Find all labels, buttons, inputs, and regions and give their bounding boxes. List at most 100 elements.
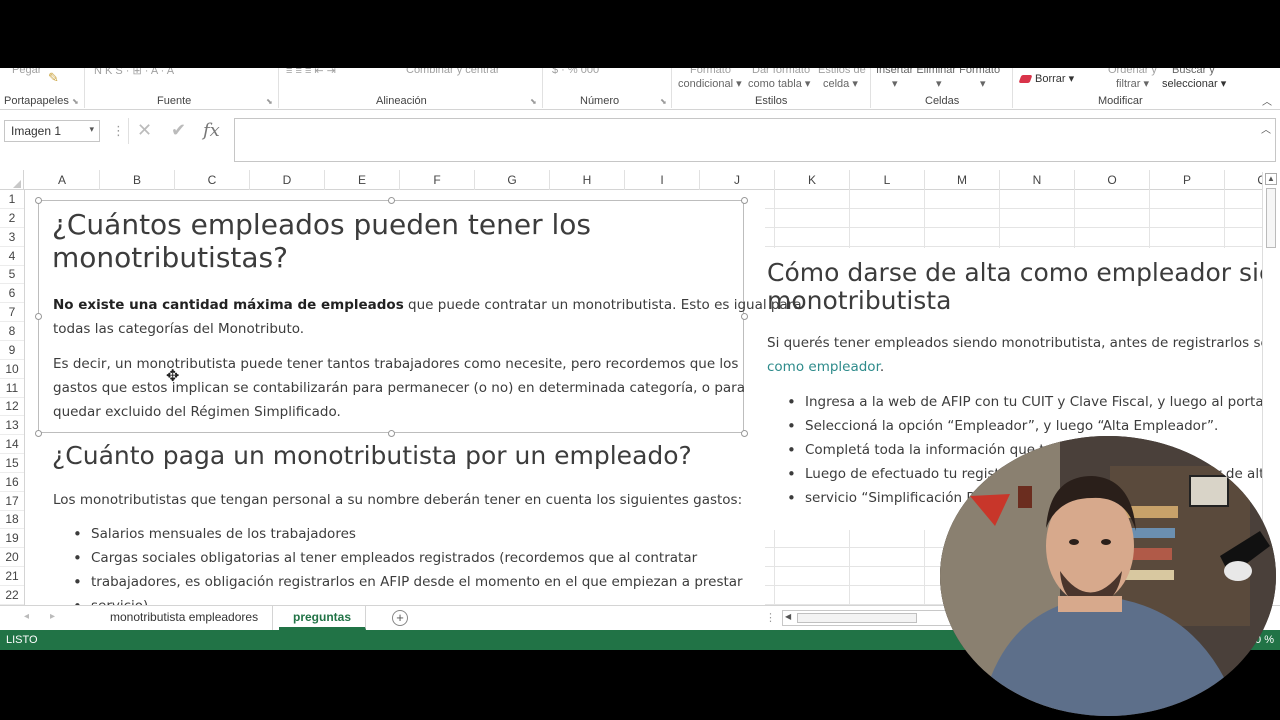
scroll-up-icon[interactable]: ▲ [1265,173,1277,185]
resize-handle[interactable] [35,430,42,437]
row-header-2[interactable]: 2 [0,209,24,228]
column-header-l[interactable]: L [850,170,925,190]
row-header-12[interactable]: 12 [0,397,24,417]
article2-paragraph: Si querés tener empleados siendo monotri… [767,335,1262,351]
prev-sheet-icon[interactable]: ◂ [24,611,29,622]
row-header-20[interactable]: 20 [0,548,24,568]
align-tools[interactable]: ≡ ≡ ≡ ⇤ ⇥ [286,68,336,77]
article-bullet-list: Salarios mensuales de los trabajadores C… [71,522,743,605]
paste-button[interactable]: Pegar [12,68,41,76]
number-format-tools[interactable]: $ · % 000 [552,68,599,76]
column-header-f[interactable]: F [400,170,475,190]
column-header-a[interactable]: A [25,170,100,190]
format-painter-icon[interactable]: ✎ [48,70,59,86]
paragraph-text: que puede contratar un monotributista. E… [403,297,802,313]
column-header-i[interactable]: I [625,170,700,190]
font-tools[interactable]: N K S · ⊞ · A · A [94,68,174,77]
row-header-8[interactable]: 8 [0,322,24,341]
row-header-15[interactable]: 15 [0,454,24,473]
cell-styles-button[interactable]: Estilos de [818,68,866,76]
enter-icon[interactable]: ✔ [171,120,186,141]
tab-preguntas[interactable]: preguntas [279,606,367,630]
dialog-launcher-icon[interactable]: ⬊ [530,97,537,106]
scroll-thumb[interactable] [1266,188,1276,248]
row-header-19[interactable]: 19 [0,529,24,549]
clear-button[interactable]: Borrar ▾ [1018,72,1074,85]
column-header-n[interactable]: N [1000,170,1075,190]
drag-handle-icon[interactable]: ⋮ [765,611,776,624]
column-header-b[interactable]: B [100,170,175,190]
add-sheet-icon[interactable]: + [392,610,408,626]
group-fuente: Fuente [157,95,192,107]
column-header-p[interactable]: P [1150,170,1225,190]
column-header-h[interactable]: H [550,170,625,190]
row-header-3[interactable]: 3 [0,228,24,247]
column-header-g[interactable]: G [475,170,550,190]
insert-function-icon[interactable]: fx [203,120,220,141]
dialog-launcher-icon[interactable]: ⬊ [660,97,667,106]
next-sheet-icon[interactable]: ▸ [50,611,55,622]
find-select-button[interactable]: Buscar y [1172,68,1215,76]
column-header-j[interactable]: J [700,170,775,190]
ribbon-separator [870,68,871,108]
delete-dropdown-icon[interactable]: ▾ [936,77,942,90]
row-header-18[interactable]: 18 [0,510,24,530]
row-header-10[interactable]: 10 [0,360,24,379]
row-header-11[interactable]: 11 [0,379,24,398]
insert-dropdown-icon[interactable]: ▾ [892,77,898,90]
status-mode: LISTO [6,634,38,646]
merge-center-button[interactable]: Combinar y centrar [406,68,500,76]
row-header-13[interactable]: 13 [0,416,24,436]
cancel-icon[interactable]: ✕ [137,120,152,141]
collapse-ribbon-icon[interactable]: ︿ [1262,93,1272,108]
column-header-e[interactable]: E [325,170,400,190]
article-paragraph-2-line1: Es decir, un monotributista puede tener … [53,356,739,372]
formula-input[interactable]: ︿ [234,118,1276,162]
row-header-7[interactable]: 7 [0,303,24,323]
row-header-21[interactable]: 21 [0,567,24,586]
scroll-thumb[interactable] [797,613,917,623]
row-header-5[interactable]: 5 [0,265,24,285]
resize-handle[interactable] [35,197,42,204]
resize-handle[interactable] [388,197,395,204]
row-headers: 1 2 3 4 5 6 7 8 9 10 11 12 13 14 15 16 17 18 19 20 21 22 [0,190,25,605]
employer-link[interactable]: como empleador [767,359,880,375]
tab-monotributista-empleadores[interactable]: monotributista empleadores [96,606,274,630]
video-letterbox-top [0,0,1280,68]
resize-handle[interactable] [35,313,42,320]
row-header-1[interactable]: 1 [0,190,24,209]
row-header-16[interactable]: 16 [0,473,24,492]
conditional-format-button[interactable]: Formato [690,68,731,76]
ribbon: Pegar ✎ N K S · ⊞ · A · A ≡ ≡ ≡ ⇤ ⇥ Comb… [0,68,1280,110]
column-header-o[interactable]: O [1075,170,1150,190]
name-box[interactable]: Imagen 1 ▾ [4,120,100,142]
column-header-c[interactable]: C [175,170,250,190]
resize-handle[interactable] [741,197,748,204]
row-header-9[interactable]: 9 [0,341,24,360]
horizontal-scrollbar[interactable]: ◀ [782,610,952,626]
column-header-d[interactable]: D [250,170,325,190]
row-header-17[interactable]: 17 [0,492,24,511]
row-header-4[interactable]: 4 [0,247,24,266]
name-box-value: Imagen 1 [11,124,62,138]
select-all-corner[interactable] [0,170,24,190]
format-dropdown-icon[interactable]: ▾ [980,77,986,90]
image-article-1[interactable]: ¿Cuántos empleados pueden tener los mono… [25,190,802,605]
format-as-table-button[interactable]: Dar formato [752,68,810,76]
row-header-22[interactable]: 22 [0,586,24,605]
row-header-14[interactable]: 14 [0,435,24,455]
row-header-6[interactable]: 6 [0,284,24,304]
collapse-formula-icon[interactable]: ︿ [1261,121,1271,136]
column-header-k[interactable]: K [775,170,850,190]
sort-filter-button[interactable]: Ordenar y [1108,68,1157,76]
scroll-left-icon[interactable]: ◀ [785,612,791,621]
column-header-m[interactable]: M [925,170,1000,190]
group-alineacion: Alineación [376,95,427,107]
chevron-down-icon[interactable]: ▾ [89,124,94,135]
dialog-launcher-icon[interactable]: ⬊ [266,97,273,106]
resize-handle[interactable] [388,430,395,437]
resize-handle[interactable] [741,430,748,437]
dialog-launcher-icon[interactable]: ⬊ [72,97,79,106]
cells-tools[interactable]: Insertar Eliminar Formato [876,68,1000,76]
drag-handle-icon[interactable]: ⋮ [112,123,125,139]
